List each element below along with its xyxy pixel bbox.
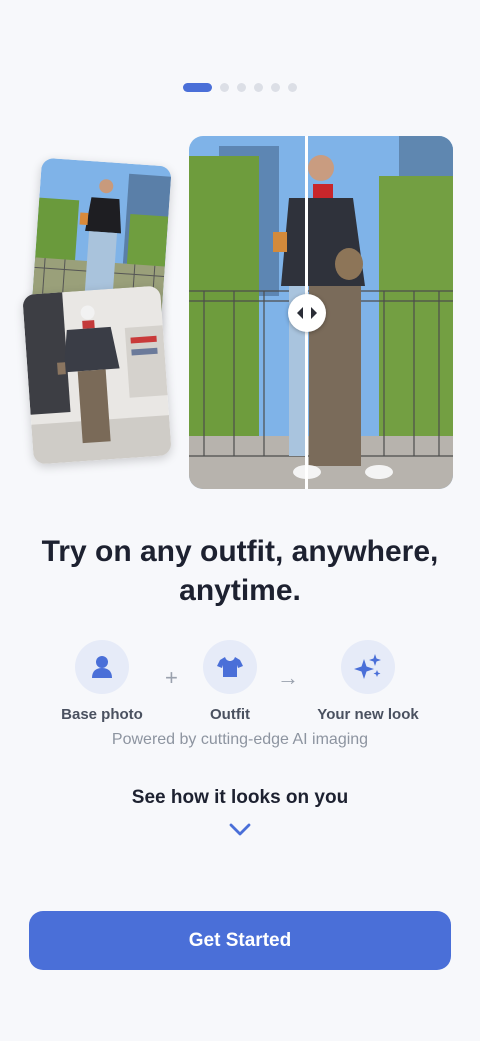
before-after-preview[interactable] (189, 136, 453, 489)
step-icon-circle (341, 640, 395, 694)
step-icon-circle (75, 640, 129, 694)
step-label: Outfit (210, 706, 250, 723)
page-dot-active[interactable] (183, 82, 212, 92)
powered-by-text: Powered by cutting-edge AI imaging (111, 731, 369, 748)
arrow-right-icon: → (277, 665, 299, 690)
see-how-link[interactable]: See how it looks on you (0, 787, 480, 809)
outfit-photo-thumbnail (22, 285, 172, 465)
page-dot[interactable] (220, 82, 229, 92)
person-icon (92, 656, 112, 678)
left-right-arrows-icon (297, 307, 317, 319)
step-label: Base photo (61, 706, 143, 723)
tshirt-icon (217, 657, 243, 677)
chevron-down-icon[interactable] (228, 822, 252, 838)
page-indicator (0, 82, 480, 92)
step-icon-circle (203, 640, 257, 694)
step-outfit: Outfit (165, 640, 295, 723)
page-dot[interactable] (288, 82, 297, 92)
page-dot[interactable] (271, 82, 280, 92)
page-dot[interactable] (237, 82, 246, 92)
step-label: Your new look (317, 706, 419, 723)
sparkles-icon (354, 654, 381, 679)
page-dot[interactable] (254, 82, 263, 92)
get-started-button[interactable]: Get Started (29, 911, 451, 970)
step-base-photo: Base photo (37, 640, 167, 723)
compare-handle[interactable] (288, 294, 326, 332)
step-new-look: Your new look (303, 640, 433, 723)
page-title: Try on any outfit, anywhere, anytime. (41, 535, 439, 607)
